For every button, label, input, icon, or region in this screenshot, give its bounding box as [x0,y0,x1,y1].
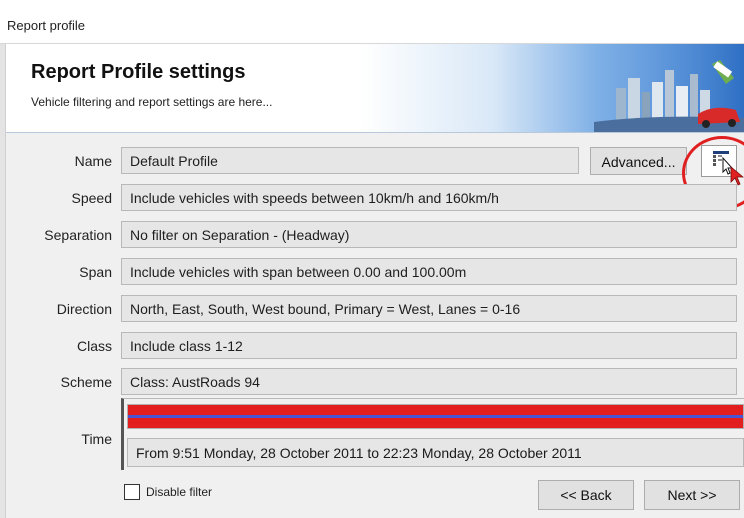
separation-field[interactable]: No filter on Separation - (Headway) [121,221,737,248]
direction-field[interactable]: North, East, South, West bound, Primary … [121,295,737,322]
time-range-line [128,415,743,418]
name-field[interactable]: Default Profile [121,147,579,174]
time-range-bar[interactable] [127,404,744,429]
header-banner: Report Profile settings Vehicle filterin… [6,44,744,133]
disable-filter-checkbox[interactable] [124,484,140,500]
speed-field[interactable]: Include vehicles with speeds between 10k… [121,184,737,211]
direction-label: Direction [56,301,112,317]
next-button[interactable]: Next >> [644,480,740,510]
span-label: Span [79,264,112,280]
banner-subtitle: Vehicle filtering and report settings ar… [31,95,273,109]
speed-label: Speed [71,190,112,206]
time-field[interactable]: From 9:51 Monday, 28 October 2011 to 22:… [127,438,744,467]
class-field[interactable]: Include class 1-12 [121,332,737,359]
scheme-field[interactable]: Class: AustRoads 94 [121,368,737,395]
window-title: Report profile [0,0,744,44]
scheme-label: Scheme [60,374,112,390]
banner-title: Report Profile settings [31,61,246,83]
separation-label: Separation [44,227,112,243]
city-skyline-image [594,44,744,132]
back-button[interactable]: << Back [538,480,634,510]
disable-filter-label: Disable filter [146,485,213,499]
span-field[interactable]: Include vehicles with span between 0.00 … [121,258,737,285]
time-label: Time [81,431,112,447]
class-label: Class [76,338,112,354]
name-label: Name [74,153,112,169]
advanced-button[interactable]: Advanced... [590,147,687,175]
